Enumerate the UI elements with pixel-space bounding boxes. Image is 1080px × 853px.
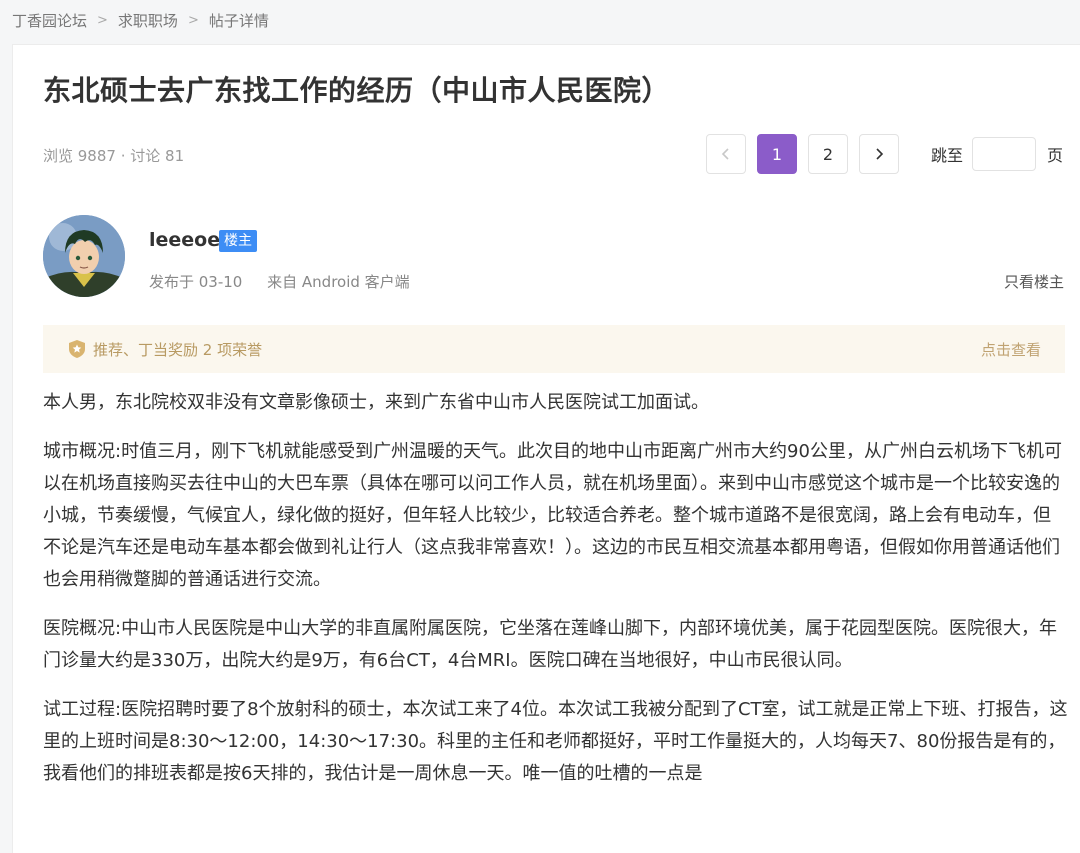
- breadcrumb-separator: >: [187, 12, 199, 28]
- post-source: 来自 Android 客户端: [267, 273, 410, 291]
- content-paragraph: 城市概况:时值三月，刚下飞机就能感受到广州温暖的天气。此次目的地中山市距离广州市…: [43, 441, 1062, 590]
- medal-icon: [69, 340, 85, 358]
- view-count: 浏览 9887: [43, 147, 116, 165]
- breadcrumb-current: 帖子详情: [208, 11, 269, 30]
- page-button-2[interactable]: 2: [808, 134, 848, 174]
- honor-bar[interactable]: 推荐、丁当奖励 2 项荣誉 点击查看: [43, 325, 1065, 373]
- op-badge: 楼主: [219, 230, 257, 252]
- view-honor-link[interactable]: 点击查看: [981, 339, 1041, 360]
- pagination: 1 2 跳至 页: [706, 134, 1063, 174]
- avatar-image: [43, 215, 125, 297]
- page-button-1[interactable]: 1: [757, 134, 797, 174]
- honor-text: 推荐、丁当奖励 2 项荣誉: [93, 340, 263, 359]
- content-paragraph: 本人男，东北院校双非没有文章影像硕士，来到广东省中山市人民医院试工加面试。: [43, 392, 709, 413]
- post-stats: 浏览 9887 · 讨论 81: [43, 145, 184, 166]
- post-meta: 发布于 03-10 来自 Android 客户端: [149, 271, 410, 292]
- jump-page-input[interactable]: [972, 137, 1037, 171]
- author-name[interactable]: leeeoe: [149, 229, 220, 251]
- chevron-right-icon: [876, 148, 884, 160]
- only-op-link[interactable]: 只看楼主: [1004, 271, 1064, 292]
- content-paragraph: 试工过程:医院招聘时要了8个放射科的硕士，本次试工来了4位。本次试工我被分配到了…: [43, 699, 1068, 784]
- post-content: 本人男，东北院校双非没有文章影像硕士，来到广东省中山市人民医院试工加面试。 城市…: [43, 387, 1068, 807]
- breadcrumb-forum[interactable]: 丁香园论坛: [12, 10, 87, 31]
- post-time: 发布于 03-10: [149, 273, 243, 291]
- next-page-button[interactable]: [859, 134, 899, 174]
- chevron-left-icon: [721, 148, 729, 160]
- jump-suffix: 页: [1047, 146, 1064, 165]
- breadcrumb-separator: >: [97, 12, 108, 28]
- prev-page-button[interactable]: [706, 134, 746, 174]
- breadcrumb-category[interactable]: 求职职场: [118, 10, 178, 31]
- post-card: 东北硕士去广东找工作的经历（中山市人民医院） 浏览 9887 · 讨论 81 1…: [12, 44, 1080, 853]
- avatar[interactable]: [43, 215, 125, 297]
- jump-label: 跳至: [931, 146, 964, 165]
- comment-count: · 讨论 81: [120, 147, 185, 165]
- page-title: 东北硕士去广东找工作的经历（中山市人民医院）: [43, 74, 671, 107]
- content-paragraph: 医院概况:中山市人民医院是中山大学的非直属附属医院，它坐落在莲峰山脚下，内部环境…: [43, 618, 1058, 671]
- breadcrumb: 丁香园论坛 > 求职职场 > 帖子详情: [12, 8, 269, 32]
